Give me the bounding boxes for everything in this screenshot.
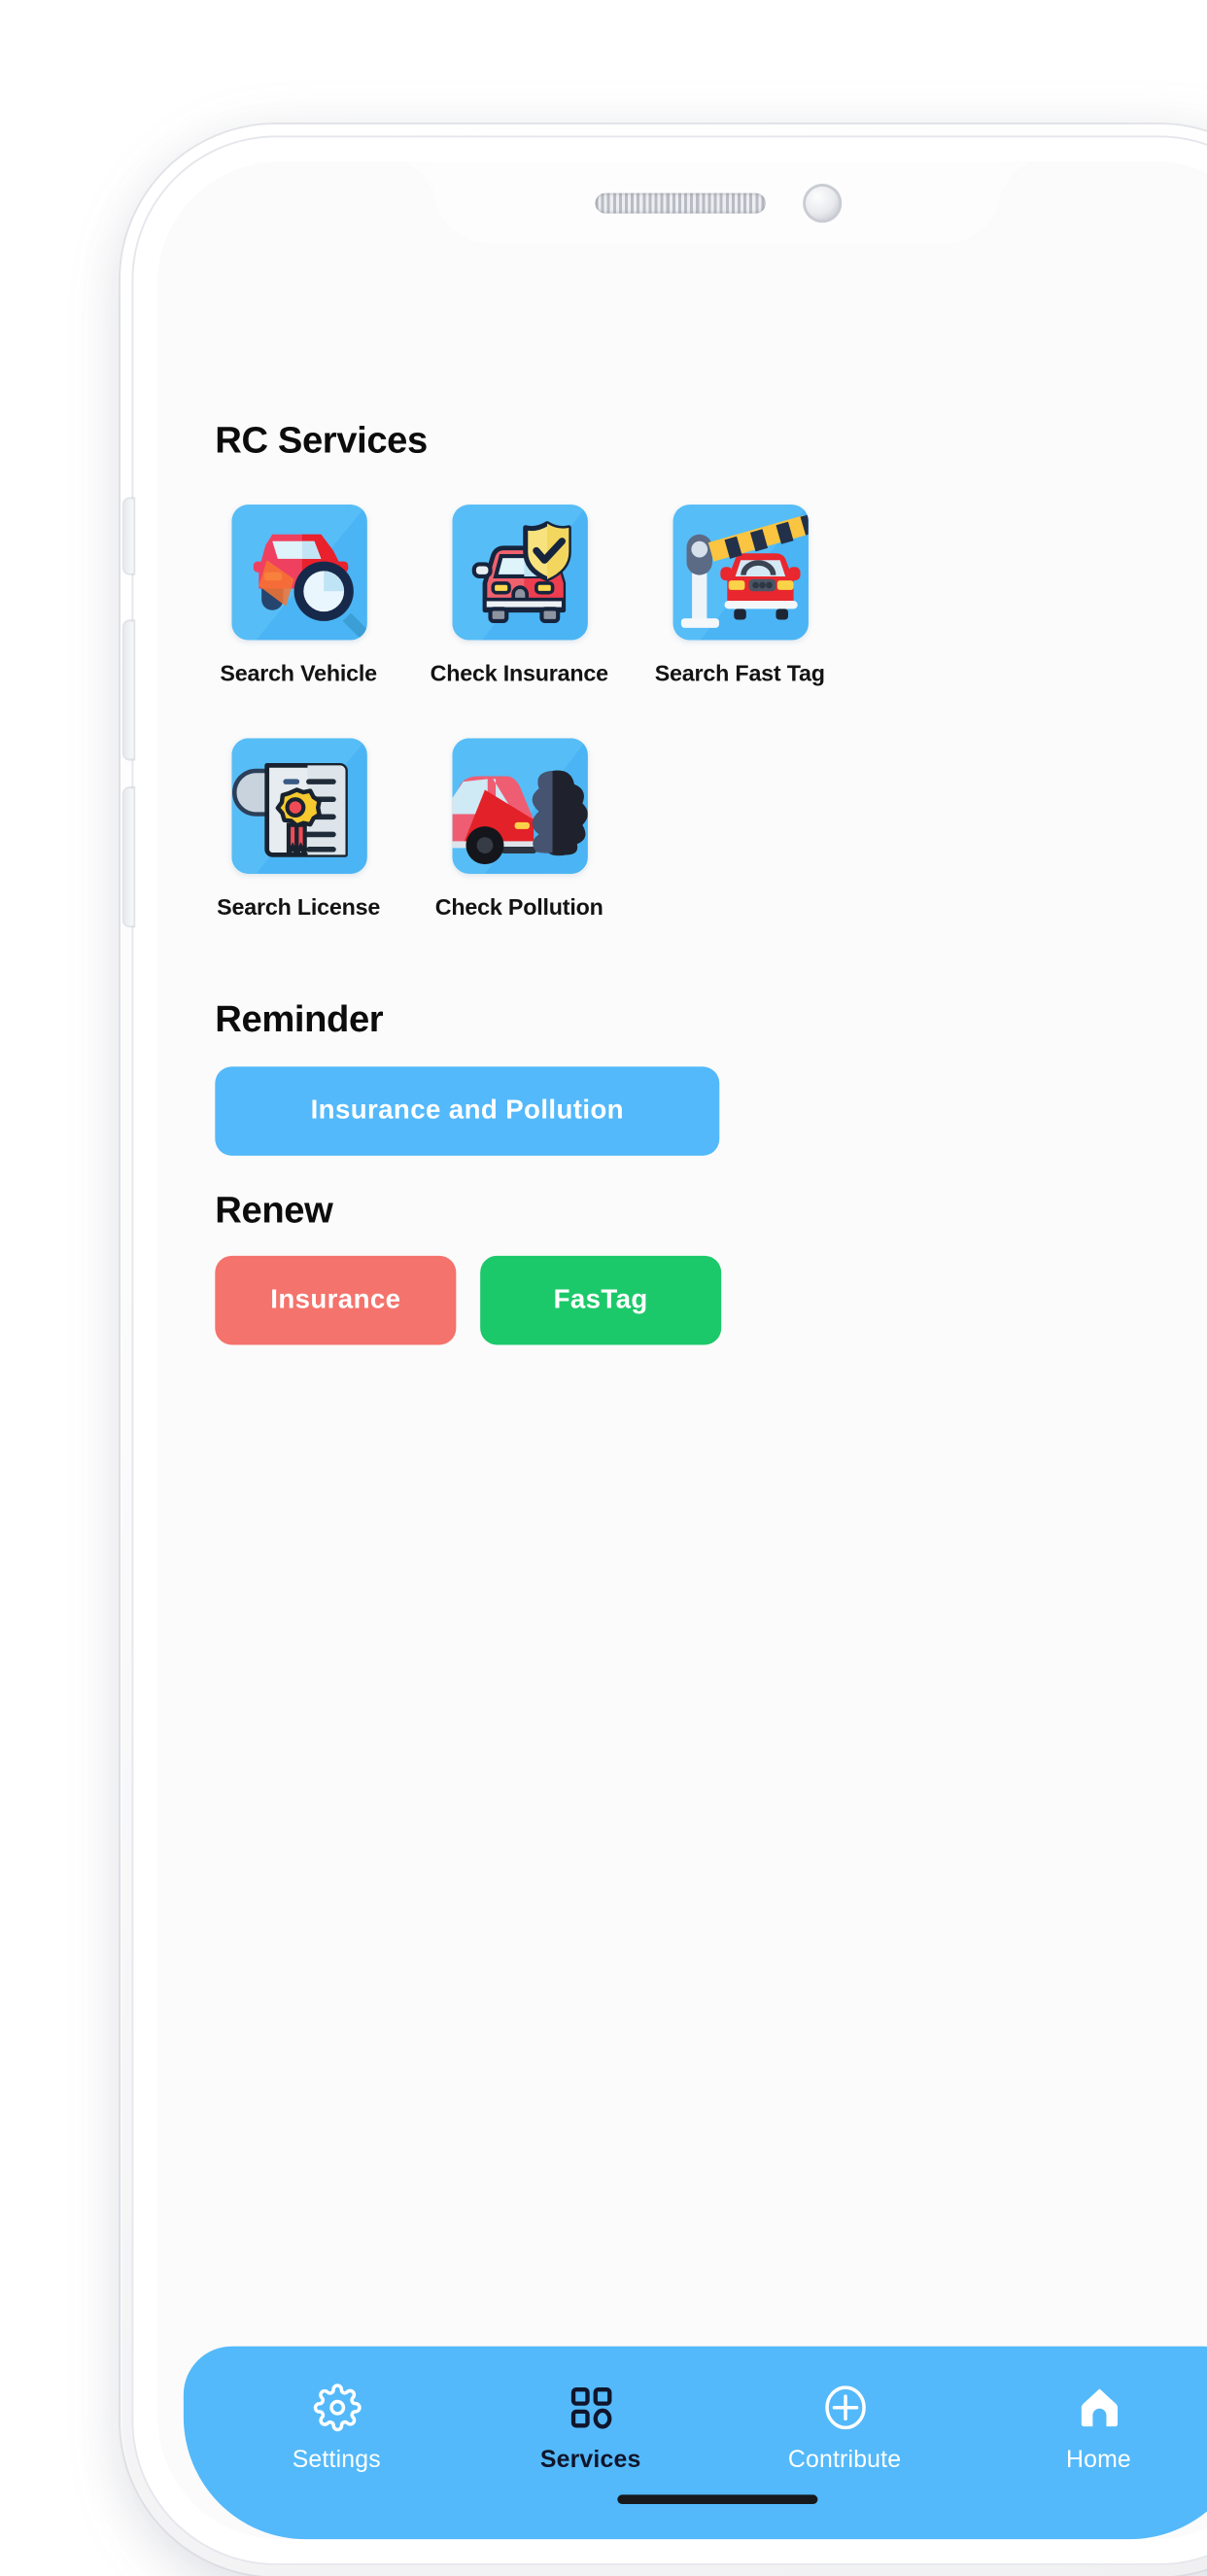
nav-label: Home (1065, 2444, 1131, 2473)
renew-buttons-row: Insurance FasTag (215, 1255, 1207, 1345)
mute-switch[interactable] (123, 499, 134, 574)
home-indicator[interactable] (617, 2493, 818, 2504)
service-item-search-fast-tag[interactable]: Search Fast Tag (653, 505, 827, 686)
grid-apps-icon (567, 2384, 615, 2432)
toll-barrier-car-icon (672, 505, 808, 641)
notch (433, 161, 1002, 244)
plus-circle-icon (820, 2384, 869, 2432)
renew-section-title: Renew (215, 1191, 333, 1233)
reminder-section-title: Reminder (215, 999, 384, 1041)
phone-body: RC Services Search Vehicle Check Insuran… (123, 135, 1207, 2565)
nav-label: Contribute (787, 2444, 902, 2473)
speaker-grille-icon (594, 191, 766, 213)
gear-icon (312, 2384, 361, 2432)
nav-label: Settings (292, 2444, 381, 2473)
service-label: Search Vehicle (220, 660, 377, 687)
nav-label: Services (539, 2444, 641, 2473)
service-label: Search Fast Tag (654, 660, 825, 687)
service-item-check-pollution[interactable]: Check Pollution (432, 738, 606, 921)
service-item-search-vehicle[interactable]: Search Vehicle (211, 505, 385, 686)
nav-item-home[interactable]: Home (1030, 2384, 1167, 2473)
home-icon (1075, 2384, 1123, 2432)
reminder-insurance-pollution-button[interactable]: Insurance and Pollution (215, 1066, 720, 1156)
service-label: Check Pollution (434, 893, 604, 921)
car-shield-check-icon (451, 505, 587, 641)
nav-item-settings[interactable]: Settings (268, 2384, 405, 2473)
renew-insurance-button[interactable]: Insurance (215, 1255, 457, 1345)
service-item-check-insurance[interactable]: Check Insurance (430, 505, 608, 687)
nav-item-contribute[interactable]: Contribute (776, 2384, 913, 2473)
car-magnifier-icon (230, 505, 366, 641)
rc-services-grid: Search Vehicle Check Insurance Search Fa… (211, 505, 1207, 921)
page-title: RC Services (215, 421, 428, 463)
service-item-search-license[interactable]: Search License (211, 738, 385, 921)
volume-down-button[interactable] (123, 788, 134, 926)
phone-screen: RC Services Search Vehicle Check Insuran… (157, 161, 1207, 2540)
certificate-rosette-icon (230, 738, 366, 874)
service-label: Search License (217, 893, 381, 921)
phone-mockup: RC Services Search Vehicle Check Insuran… (121, 124, 1207, 2576)
front-camera-icon (802, 183, 842, 223)
car-exhaust-smoke-icon (451, 738, 587, 874)
app-content: RC Services Search Vehicle Check Insuran… (157, 161, 1207, 2540)
renew-fastag-button[interactable]: FasTag (480, 1255, 722, 1345)
volume-up-button[interactable] (123, 621, 134, 759)
bottom-navigation-bar: Settings Services Contribute Home (183, 2346, 1207, 2540)
nav-item-services[interactable]: Services (522, 2384, 659, 2473)
service-label: Check Insurance (430, 660, 608, 687)
